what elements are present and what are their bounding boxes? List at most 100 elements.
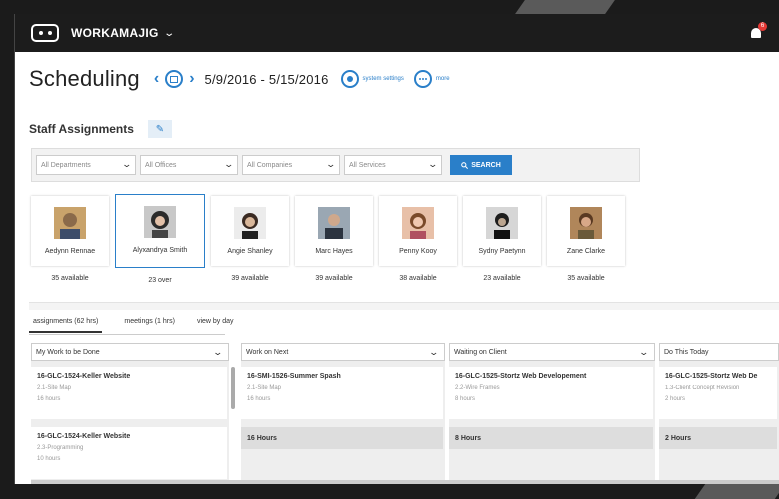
column-body: 16-GLC-1525-Stortz Web De 1.3-Client Con… — [659, 361, 779, 481]
pencil-icon[interactable]: ✎ — [147, 120, 172, 138]
column-total: 16 Hours — [241, 427, 443, 449]
task-phase: 2.3-Programming — [37, 445, 84, 451]
office-select[interactable]: All Offices ⌄ — [140, 155, 238, 175]
staff-card[interactable]: Angie Shanley 39 available — [211, 196, 289, 284]
workamajig-logo-icon[interactable] — [31, 24, 59, 42]
task-card[interactable]: 16-GLC-1524-Keller Website 2.3-Programmi… — [31, 427, 227, 479]
more-link[interactable]: more — [413, 70, 450, 88]
staff-availability: 23 available — [483, 275, 521, 282]
staff-name: Angie Shanley — [227, 248, 273, 255]
brand-name[interactable]: WORKAMAJIG — [71, 26, 159, 40]
kanban-board: My Work to be Done ⌄ 16-GLC-1524-Keller … — [31, 343, 779, 481]
column-work-on-next: Work on Next ⌄ 16-SMI-1526-Summer Spash … — [241, 343, 445, 481]
avatar — [402, 207, 434, 239]
avatar — [570, 207, 602, 239]
section-divider — [29, 302, 779, 310]
staff-card-body: Alyxandrya Smith — [115, 194, 205, 268]
column-header[interactable]: Waiting on Client ⌄ — [449, 343, 655, 361]
board-scrollbar[interactable] — [31, 480, 779, 484]
column-body: 16-GLC-1524-Keller Website 2.1-Site Map … — [31, 361, 235, 481]
column-total: 8 Hours — [449, 427, 653, 449]
staff-card-body: Zane Clarke — [547, 196, 625, 266]
more-label: more — [435, 76, 450, 82]
staff-card[interactable]: Aedynn Rennae 35 available — [31, 196, 109, 284]
notification-badge: 6 — [758, 22, 767, 31]
task-phase: 2.1-Site Map — [37, 385, 72, 391]
system-settings-link[interactable]: system settings — [340, 70, 404, 88]
avatar — [486, 207, 518, 239]
staff-list: Aedynn Rennae 35 available Alyxandrya Sm… — [31, 194, 625, 284]
tab-view-by-day[interactable]: view by day — [197, 318, 234, 333]
staff-name: Aedynn Rennae — [44, 248, 96, 255]
task-card[interactable]: 16-SMI-1526-Summer Spash 2.1-Site Map 16… — [241, 367, 443, 419]
search-button[interactable]: SEARCH — [450, 155, 512, 175]
staff-card-body: Marc Hayes — [295, 196, 373, 266]
staff-availability: 35 available — [567, 275, 605, 282]
top-bar: WORKAMAJIG ⌄ 6 — [15, 14, 779, 52]
column-header[interactable]: Do This Today — [659, 343, 779, 361]
task-title: 16-GLC-1524-Keller Website — [37, 433, 131, 440]
column-title: Waiting on Client — [454, 348, 507, 356]
column-total: 2 Hours — [659, 427, 777, 449]
tab-meetings[interactable]: meetings (1 hrs) — [124, 318, 175, 333]
task-phase: 2.2-Wire Frames — [455, 385, 500, 391]
service-select-value: All Services — [349, 161, 386, 169]
service-select[interactable]: All Services ⌄ — [344, 155, 442, 175]
company-select-value: All Companies — [247, 161, 293, 169]
chevron-right-icon[interactable]: › — [189, 70, 194, 88]
staff-availability: 35 available — [51, 275, 89, 282]
staff-name: Zane Clarke — [566, 248, 606, 255]
task-hours: 16 hours — [247, 396, 271, 402]
department-select[interactable]: All Departments ⌄ — [36, 155, 136, 175]
task-hours: 16 hours — [37, 396, 61, 402]
task-card[interactable]: 16-GLC-1524-Keller Website 2.1-Site Map … — [31, 367, 227, 419]
chevron-down-icon: ⌄ — [223, 159, 235, 169]
staff-card[interactable]: Sydny Paetynn 23 available — [463, 196, 541, 284]
chevron-down-icon: ⌄ — [325, 159, 337, 169]
staff-card[interactable]: Marc Hayes 39 available — [295, 196, 373, 284]
task-card[interactable]: 16-GLC-1525-Stortz Web Developement 2.2-… — [449, 367, 653, 419]
column-header[interactable]: My Work to be Done ⌄ — [31, 343, 229, 361]
staff-card[interactable]: Zane Clarke 35 available — [547, 196, 625, 284]
staff-name: Alyxandrya Smith — [132, 247, 188, 254]
staff-card-selected[interactable]: Alyxandrya Smith 23 over — [115, 194, 205, 284]
staff-assignments-header: Staff Assignments ✎ — [29, 120, 172, 138]
company-select[interactable]: All Companies ⌄ — [242, 155, 340, 175]
staff-card[interactable]: Penny Kooy 38 available — [379, 196, 457, 284]
chevron-down-icon: ⌄ — [428, 347, 440, 357]
task-title: 16-GLC-1525-Stortz Web De — [665, 373, 758, 380]
column-header[interactable]: Work on Next ⌄ — [241, 343, 445, 361]
task-card[interactable]: 16-GLC-1525-Stortz Web De 1.3-Client Con… — [659, 367, 777, 419]
tab-assignments[interactable]: assignments (62 hrs) — [29, 318, 103, 333]
column-body: 16-SMI-1526-Summer Spash 2.1-Site Map 16… — [241, 361, 445, 481]
task-title: 16-SMI-1526-Summer Spash — [247, 373, 341, 380]
page-header: Scheduling ‹ › 5/9/2016 - 5/15/2016 syst… — [29, 66, 450, 92]
chevron-left-icon[interactable]: ‹ — [154, 70, 159, 88]
chevron-down-icon: ⌄ — [212, 347, 224, 357]
task-phase: 2.1-Site Map — [247, 385, 282, 391]
chevron-down-icon[interactable]: ⌄ — [163, 28, 175, 39]
search-button-label: SEARCH — [471, 161, 501, 169]
office-select-value: All Offices — [145, 161, 177, 169]
notifications-button[interactable]: 6 — [749, 22, 767, 40]
search-icon — [461, 161, 469, 169]
column-title: Do This Today — [664, 348, 709, 356]
task-hours: 8 hours — [455, 396, 476, 402]
staff-card-body: Angie Shanley — [211, 196, 289, 266]
staff-card-body: Aedynn Rennae — [31, 196, 109, 266]
avatar — [318, 207, 350, 239]
staff-availability: 23 over — [148, 277, 172, 284]
avatar — [144, 206, 176, 238]
section-title: Staff Assignments — [29, 122, 134, 136]
gear-icon — [340, 70, 359, 88]
calendar-icon[interactable] — [165, 70, 184, 88]
department-select-value: All Departments — [41, 161, 91, 169]
background-stripe — [694, 484, 779, 499]
staff-card-body: Penny Kooy — [379, 196, 457, 266]
column-scrollbar[interactable] — [231, 367, 235, 409]
column-body: 16-GLC-1525-Stortz Web Developement 2.2-… — [449, 361, 655, 481]
staff-name: Penny Kooy — [399, 248, 437, 255]
system-settings-label: system settings — [362, 76, 404, 82]
tabs-underline — [29, 334, 225, 335]
column-my-work: My Work to be Done ⌄ 16-GLC-1524-Keller … — [31, 343, 235, 481]
